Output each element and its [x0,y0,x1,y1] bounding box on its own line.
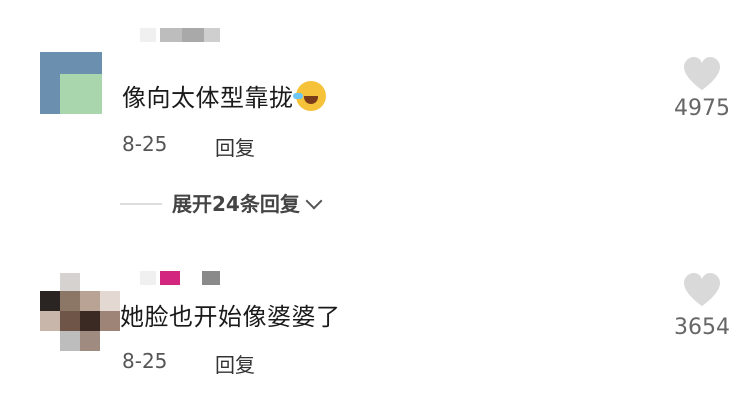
comment-text: 像向太体型靠拢 [122,78,326,113]
pixel-block [160,271,180,285]
pixel-block [140,271,156,285]
avatar-pixel [80,311,100,331]
avatar-pixel [40,291,60,311]
username-redacted[interactable] [140,271,220,285]
avatar-pixel [80,291,100,311]
avatar-pixel [60,331,80,351]
avatar-pixel [100,291,120,311]
pixel-block [182,28,204,42]
like-count: 3654 [674,315,730,340]
divider [120,203,162,205]
comment-item: 像向太体型靠拢 8-25 回复 展开24条回复 4975 [0,0,750,245]
username-redacted[interactable] [140,28,220,42]
comment-text: 她脸也开始像婆婆了 [120,303,341,331]
expand-replies-label: 展开24条回复 [172,188,323,217]
avatar-pixel [60,291,80,311]
reply-button[interactable]: 回复 [215,349,255,378]
reply-button[interactable]: 回复 [215,132,255,161]
pixel-block [140,28,156,42]
like-count: 4975 [674,96,730,121]
comment-date: 8-25 [122,349,168,373]
avatar-pixel [100,311,120,331]
avatar-pixel [40,311,60,331]
chevron-down-icon [305,192,323,210]
avatar[interactable] [40,52,102,114]
comment-date: 8-25 [122,132,168,156]
rofl-emoji-icon [292,81,326,111]
avatar-pixel [60,74,102,114]
comment-item: 她脸也开始像婆婆了 8-25 回复 3654 [0,245,750,407]
expand-replies-text: 展开24条回复 [172,192,300,216]
comment-text-content: 像向太体型靠拢 [122,84,294,112]
pixel-block [204,28,220,42]
pixel-block [160,28,182,42]
heart-icon[interactable] [682,272,722,308]
pixel-block [202,271,220,285]
avatar-pixel [60,311,80,331]
avatar-pixel [60,273,80,291]
avatar[interactable] [40,273,120,351]
heart-icon[interactable] [682,56,722,92]
avatar-pixel [80,331,100,351]
